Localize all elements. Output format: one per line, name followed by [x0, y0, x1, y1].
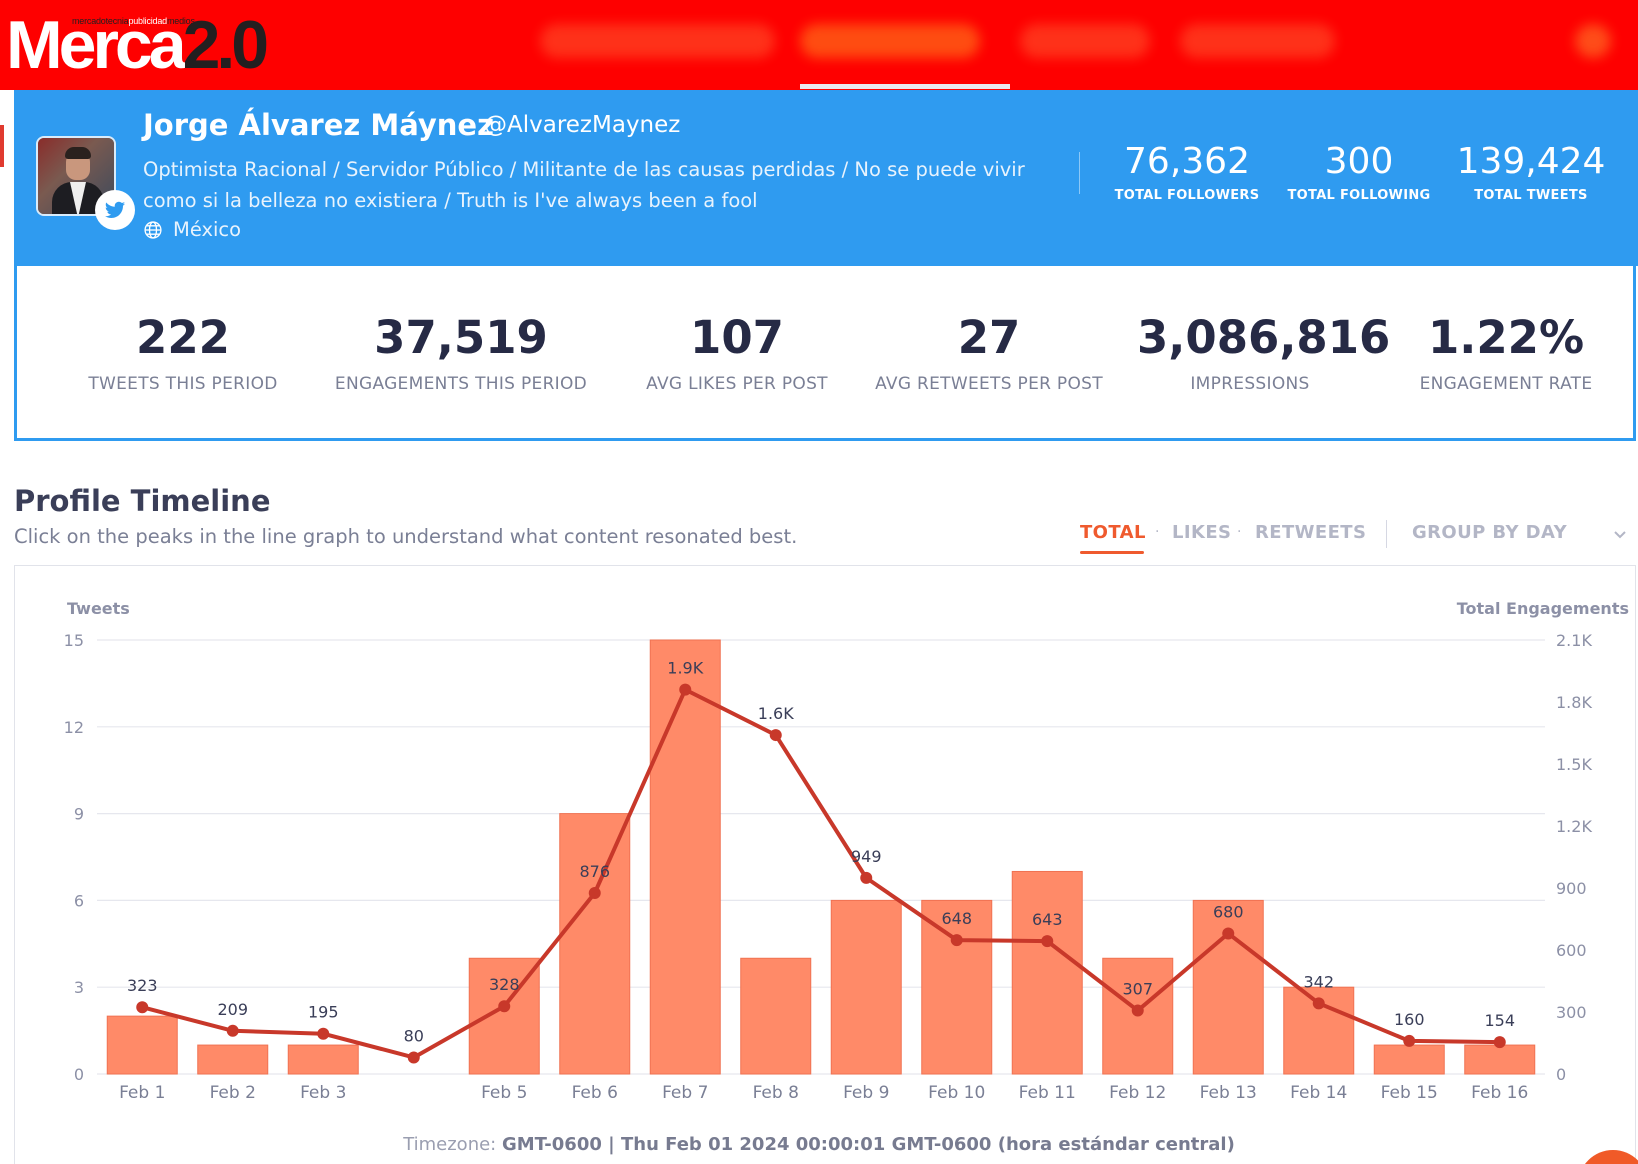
engagement-point	[226, 1024, 239, 1037]
y-tick-label: 15	[64, 631, 84, 650]
x-tick-label: Feb 15	[1381, 1083, 1438, 1103]
x-tick-label: Feb 11	[1019, 1083, 1076, 1103]
engagement-point	[1493, 1036, 1506, 1049]
y-tick-label: 6	[74, 891, 84, 910]
x-tick-label: Feb 6	[572, 1083, 618, 1103]
engagement-point	[1041, 935, 1054, 948]
engagement-data-label: 307	[1122, 980, 1153, 999]
engagement-data-label: 160	[1394, 1010, 1425, 1029]
y-axis-title: Tweets	[67, 599, 130, 618]
bar-tweets	[740, 957, 812, 1075]
engagement-data-label: 1.6K	[758, 704, 794, 723]
x-tick-label: Feb 9	[843, 1083, 889, 1103]
bar-tweets	[649, 639, 721, 1075]
y-tick-label: 0	[74, 1065, 84, 1084]
y-tick-label: 12	[64, 718, 84, 737]
engagement-data-label: 328	[489, 975, 520, 994]
y2-tick-label: 300	[1556, 1003, 1587, 1022]
engagement-data-label: 949	[851, 847, 882, 866]
engagement-point	[1222, 927, 1235, 940]
engagement-data-label: 195	[308, 1003, 339, 1022]
y-tick-label: 9	[74, 805, 84, 824]
y2-tick-label: 600	[1556, 941, 1587, 960]
y-tick-label: 3	[74, 978, 84, 997]
engagement-data-label: 1.9K	[667, 659, 703, 678]
engagement-data-label: 323	[127, 976, 158, 995]
engagement-point	[860, 871, 873, 884]
engagement-point	[407, 1051, 420, 1064]
bar-tweets	[1373, 1044, 1445, 1075]
x-tick-label: Feb 1	[119, 1083, 165, 1103]
x-tick-label: Feb 10	[928, 1083, 985, 1103]
bar-tweets	[1192, 899, 1264, 1075]
bar-tweets	[559, 813, 631, 1075]
engagement-data-label: 342	[1303, 972, 1334, 991]
x-tick-label: Feb 3	[300, 1083, 346, 1103]
engagement-point	[679, 683, 692, 696]
engagement-data-label: 80	[404, 1026, 424, 1045]
x-tick-label: Feb 14	[1290, 1083, 1347, 1103]
x-tick-label: Feb 16	[1471, 1083, 1528, 1103]
engagement-data-label: 209	[217, 1000, 248, 1019]
timeline-chart[interactable]: 0 3 6 9 12 15 0 300 600 900 1.2K 1.5K 1.8K 2.1K Tweets…	[0, 0, 1638, 1164]
timezone-note: Timezone: GMT-0600 | Thu Feb 01 2024 00:…	[403, 1134, 1235, 1155]
x-tick-label: Feb 5	[481, 1083, 527, 1103]
engagement-point	[769, 729, 782, 742]
bar-tweets	[830, 899, 902, 1075]
y2-tick-label: 1.2K	[1556, 817, 1592, 836]
engagement-data-label: 154	[1484, 1011, 1515, 1030]
y2-tick-label: 1.5K	[1556, 755, 1592, 774]
engagement-point	[136, 1001, 149, 1014]
engagement-point	[1131, 1004, 1144, 1017]
y2-tick-label: 1.8K	[1556, 693, 1592, 712]
engagement-point	[588, 886, 601, 899]
y2-tick-label: 2.1K	[1556, 631, 1592, 650]
engagement-point	[950, 934, 963, 947]
bar-tweets	[1464, 1044, 1536, 1075]
y2-tick-label: 900	[1556, 879, 1587, 898]
x-tick-label: Feb 13	[1200, 1083, 1257, 1103]
x-tick-label: Feb 7	[662, 1083, 708, 1103]
engagement-point	[1312, 997, 1325, 1010]
bar-tweets	[106, 1015, 178, 1075]
engagement-point	[1403, 1034, 1416, 1047]
engagement-data-label: 643	[1032, 910, 1063, 929]
x-tick-label: Feb 2	[210, 1083, 256, 1103]
bar-tweets	[1011, 870, 1083, 1075]
engagement-data-label: 876	[579, 862, 610, 881]
engagement-point	[317, 1027, 330, 1040]
x-tick-label: Feb 12	[1109, 1083, 1166, 1103]
bar-tweets	[197, 1044, 269, 1075]
x-tick-label: Feb 8	[753, 1083, 799, 1103]
y2-axis-title: Total Engagements	[1457, 599, 1629, 618]
engagement-point	[498, 1000, 511, 1013]
y2-tick-label: 0	[1556, 1065, 1566, 1084]
bar-tweets	[287, 1044, 359, 1075]
engagement-data-label: 648	[941, 909, 972, 928]
engagement-data-label: 680	[1213, 902, 1244, 921]
